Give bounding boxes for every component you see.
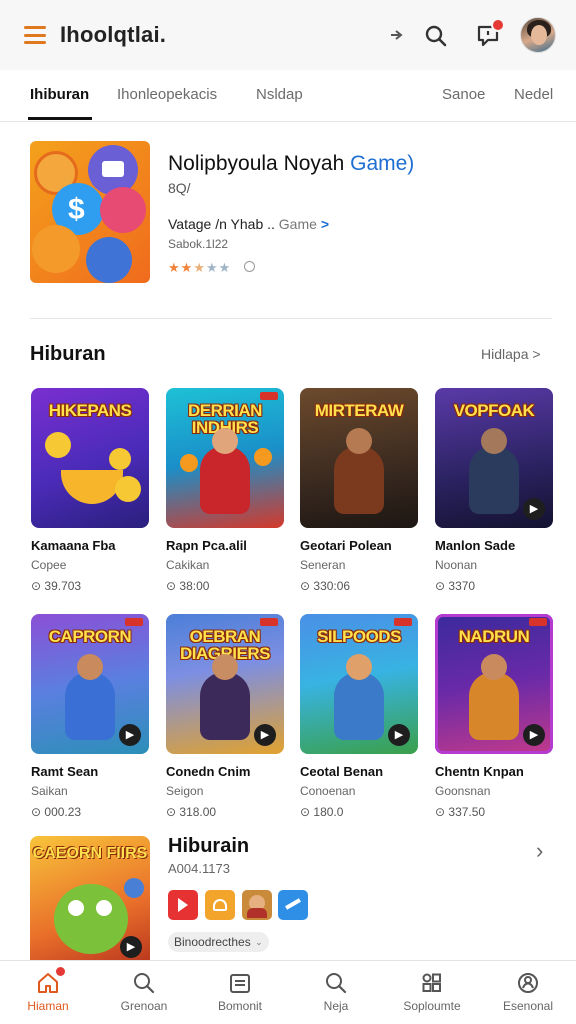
chevron-right-icon[interactable]: ›: [536, 838, 543, 864]
search-icon: [326, 973, 347, 994]
featured-subtitle: 8Q/: [168, 180, 191, 196]
app-title: Ihoolqtlai.: [60, 22, 167, 47]
play-icon[interactable]: ▶: [523, 724, 545, 746]
featured-meta: Sabok.1l22: [168, 237, 229, 251]
tab-5[interactable]: Nedel: [514, 86, 553, 103]
section-title: Hiburan: [30, 343, 106, 365]
notification-badge: [491, 18, 505, 32]
feature-thumbnail[interactable]: CAEORN FIIRS ▶: [30, 836, 150, 964]
game-card[interactable]: VOPFOAK ▶ Manlon Sade Noonan ⊙ 3370: [435, 388, 553, 593]
play-icon[interactable]: ▶: [388, 724, 410, 746]
card-thumbnail: CAPRORN ▶: [31, 614, 149, 754]
tab-bar: Ihiburan Ihonleopekacis Nsldap Sanoe Ned…: [0, 70, 576, 122]
section-more-link[interactable]: Hidlapa >: [481, 346, 541, 362]
rating-stars: ★★★★★: [168, 260, 231, 276]
tab-hiburan[interactable]: Ihiburan: [30, 86, 89, 103]
game-card[interactable]: CAPRORN ▶ Ramt Sean Saikan ⊙ 000.23: [31, 614, 149, 819]
star-icon: ★: [218, 260, 232, 275]
app-icon-character[interactable]: [242, 890, 272, 920]
featured-thumbnail[interactable]: $: [30, 141, 150, 283]
nav-bomonit[interactable]: Bomonit: [192, 961, 288, 1024]
nav-soploumte[interactable]: Soploumte: [384, 961, 480, 1024]
tab-4[interactable]: Sanoe: [442, 86, 485, 103]
card-thumbnail: OEBRAN DIAGRIERS ▶: [166, 614, 284, 754]
game-card[interactable]: SILPOODS ▶ Ceotal Benan Conoenan ⊙ 180.0: [300, 614, 418, 819]
profile-icon: [518, 973, 538, 993]
filter-chip[interactable]: Binoodrecthes ⌄: [168, 932, 269, 952]
app-icon-red[interactable]: [168, 890, 198, 920]
calendar-icon: [230, 974, 250, 993]
grid-icon: [422, 973, 441, 992]
card-thumbnail: SILPOODS ▶: [300, 614, 418, 754]
tab-2[interactable]: Ihonleopekacis: [117, 86, 217, 103]
app-icon-orange[interactable]: [205, 890, 235, 920]
card-thumbnail: MIRTERAW: [300, 388, 418, 528]
bottom-navigation: Hiaman Grenoan Bomonit Neja Soploumte Es…: [0, 960, 576, 1024]
star-icon: ★: [180, 260, 194, 275]
nav-esenonal[interactable]: Esenonal: [480, 961, 576, 1024]
menu-icon[interactable]: [24, 26, 46, 44]
game-card[interactable]: DERRIAN INDHIRS Rapn Pca.alil Cakikan ⊙ …: [166, 388, 284, 593]
game-card[interactable]: MIRTERAW Geotari Polean Seneran ⊙ 330:06: [300, 388, 418, 593]
card-thumbnail: VOPFOAK ▶: [435, 388, 553, 528]
nav-search[interactable]: Grenoan: [96, 961, 192, 1024]
search-icon: [134, 973, 155, 994]
feature-title: Hiburain: [168, 835, 250, 857]
search-icon[interactable]: [424, 24, 448, 48]
game-card[interactable]: OEBRAN DIAGRIERS ▶ Conedn Cnim Seigon ⊙ …: [166, 614, 284, 819]
nav-home[interactable]: Hiaman: [0, 961, 96, 1024]
info-icon[interactable]: [244, 261, 255, 272]
app-icon-blue[interactable]: [278, 890, 308, 920]
play-icon[interactable]: ▶: [119, 724, 141, 746]
game-card[interactable]: NADRUN ▶ Chentn Knpan Goonsnan ⊙ 337.50: [435, 614, 553, 819]
featured-link[interactable]: Vatage /n Yhab .. Game >: [168, 216, 329, 232]
tab-indicator: [28, 117, 92, 120]
divider: [30, 318, 552, 319]
play-icon[interactable]: ▶: [120, 936, 142, 958]
nav-badge: [56, 967, 65, 976]
nav-neja[interactable]: Neja: [288, 961, 384, 1024]
game-card[interactable]: HIKEPANS Kamaana Fba Copee ⊙ 39.703: [31, 388, 149, 593]
play-icon[interactable]: ▶: [254, 724, 276, 746]
star-icon: ★: [193, 260, 206, 275]
app-bar: Ihoolqtlai.: [0, 0, 576, 70]
featured-title: Nolipbyoula Noyah Game): [168, 152, 415, 175]
tab-3[interactable]: Nsldap: [256, 86, 303, 103]
cast-icon[interactable]: [390, 29, 404, 41]
feature-subtitle: A004.1173: [168, 861, 230, 876]
avatar[interactable]: [520, 17, 556, 53]
card-thumbnail: DERRIAN INDHIRS: [166, 388, 284, 528]
play-icon[interactable]: ▶: [523, 498, 545, 520]
card-thumbnail: NADRUN ▶: [435, 614, 553, 754]
star-icon: ★: [205, 260, 219, 275]
star-icon: ★: [168, 260, 181, 275]
card-thumbnail: HIKEPANS: [31, 388, 149, 528]
